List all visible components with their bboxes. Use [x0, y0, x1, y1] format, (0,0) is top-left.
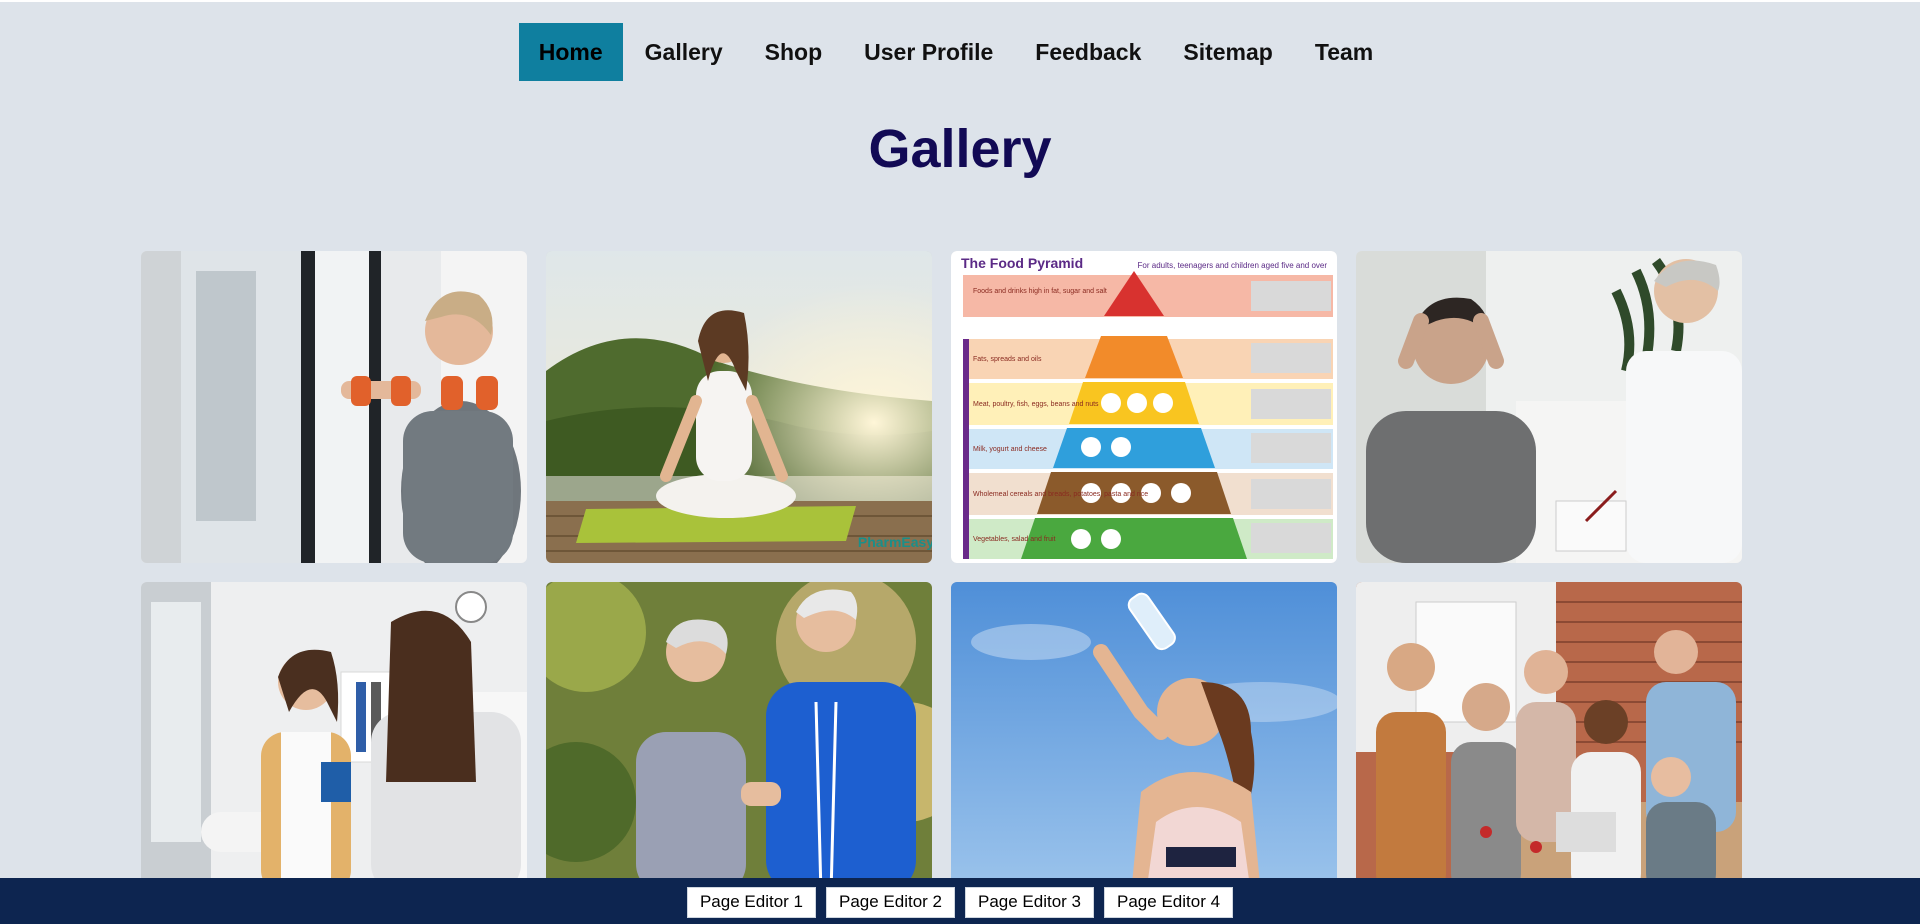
- gallery-image-food-pyramid[interactable]: The Food Pyramid For adults, teenagers a…: [951, 251, 1337, 563]
- pyramid-tier-2: Fats, spreads and oils: [973, 356, 1042, 363]
- page-editor-bar: Page Editor 1 Page Editor 2 Page Editor …: [0, 878, 1920, 924]
- pharmeasy-watermark: PharmEasy: [858, 534, 932, 550]
- nav-item-team[interactable]: Team: [1295, 23, 1393, 81]
- nav-item-shop[interactable]: Shop: [745, 23, 843, 81]
- gallery-image-drinking-water[interactable]: [951, 582, 1337, 894]
- gallery-image-couple-jogging[interactable]: [546, 582, 932, 894]
- page-editor-2-button[interactable]: Page Editor 2: [825, 886, 955, 918]
- page-editor-1-button[interactable]: Page Editor 1: [686, 886, 816, 918]
- page-editor-3-button[interactable]: Page Editor 3: [965, 886, 1095, 918]
- gallery-grid: PharmEasy The Food Pyramid For adults, t…: [141, 251, 1747, 894]
- food-pyramid-subtitle: For adults, teenagers and children aged …: [1138, 261, 1328, 270]
- nav-list: Home Gallery Shop User Profile Feedback …: [518, 23, 1395, 81]
- nav-item-home[interactable]: Home: [518, 23, 623, 81]
- pyramid-tier-1: Foods and drinks high in fat, sugar and …: [973, 288, 1107, 295]
- page-title: Gallery: [868, 119, 1052, 179]
- page-editor-4-button[interactable]: Page Editor 4: [1104, 886, 1234, 918]
- main-nav: Home Gallery Shop User Profile Feedback …: [0, 23, 1920, 81]
- food-pyramid-title: The Food Pyramid: [961, 255, 1083, 271]
- nav-item-gallery[interactable]: Gallery: [625, 23, 743, 81]
- gallery-image-doctor-consultation[interactable]: [141, 582, 527, 894]
- gallery-image-yoga-meditation[interactable]: PharmEasy: [546, 251, 932, 563]
- nav-item-user-profile[interactable]: User Profile: [844, 23, 1013, 81]
- pyramid-tier-5: Wholemeal cereals and breads, potatoes, …: [973, 491, 1148, 498]
- nav-item-sitemap[interactable]: Sitemap: [1163, 23, 1292, 81]
- pyramid-tier-4: Milk, yogurt and cheese: [973, 446, 1047, 453]
- gallery-image-therapy-session[interactable]: [1356, 251, 1742, 563]
- gallery-image-team-meeting[interactable]: [1356, 582, 1742, 894]
- nav-item-feedback[interactable]: Feedback: [1015, 23, 1161, 81]
- pyramid-tier-3: Meat, poultry, fish, eggs, beans and nut…: [973, 401, 1099, 408]
- gallery-image-dumbbell-workout[interactable]: [141, 251, 527, 563]
- pyramid-tier-6: Vegetables, salad and fruit: [973, 536, 1056, 543]
